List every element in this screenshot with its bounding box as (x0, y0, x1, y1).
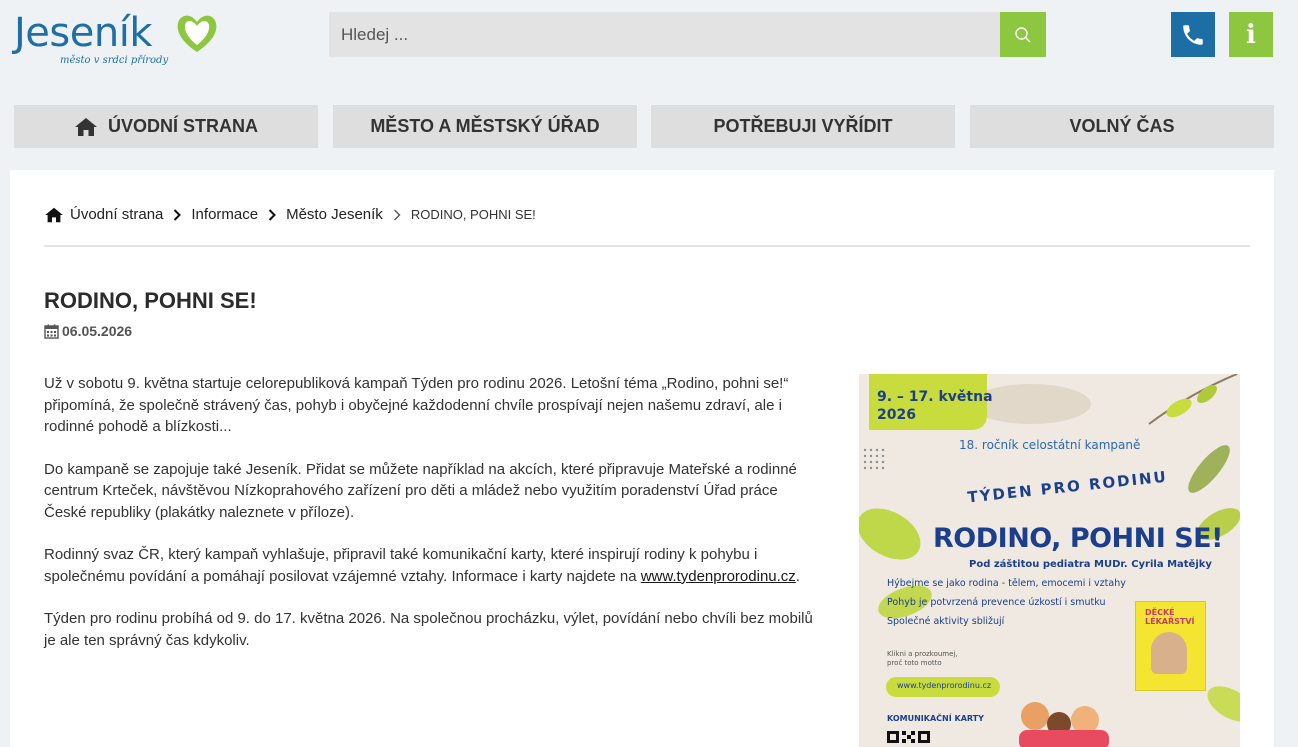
poster-small-line: proč toto motto (887, 659, 942, 667)
external-link[interactable]: www.tydenprorodinu.cz (641, 568, 796, 585)
breadcrumb: Úvodní strana Informace Město Jeseník RO… (44, 206, 536, 223)
poster-date-line: 2026 (877, 407, 916, 423)
nav-item-mesto[interactable]: MĚSTO A MĚSTSKÝ ÚŘAD (333, 105, 637, 148)
nav-label: MĚSTO A MĚSTSKÝ ÚŘAD (370, 116, 600, 136)
search-input[interactable] (329, 12, 1000, 57)
info-button[interactable]: i (1229, 12, 1273, 57)
nav-label: VOLNÝ ČAS (1069, 116, 1175, 136)
poster-url: www.tydenprorodinu.cz (897, 681, 992, 690)
poster-patronage: Pod záštitou pediatra MUDr. Cyrila Matěj… (969, 559, 1212, 570)
article-paragraph: Už v sobotu 9. května startuje celorepub… (44, 375, 789, 435)
poster-small-text: Klikni a prozkoumej, proč toto motto (887, 650, 958, 668)
search-button[interactable] (1000, 12, 1046, 57)
poster-line: Společné aktivity sbližují (887, 616, 1005, 627)
poster-line: Pohyb je potvrzená prevence úzkostí i sm… (887, 597, 1106, 608)
chevron-right-icon (268, 208, 277, 221)
search-icon (1015, 26, 1031, 42)
nav-item-home[interactable]: ÚVODNÍ STRANA (14, 105, 318, 148)
date-text: 06.05.2026 (62, 323, 133, 339)
calendar-icon (44, 324, 59, 339)
search-bar (329, 12, 1046, 57)
poster-rocnik: 18. ročník celostátní kampaně (959, 438, 1141, 452)
chevron-right-icon (173, 208, 182, 221)
poster-line: Hýbejme se jako rodina - tělem, emocemi … (887, 578, 1126, 589)
campaign-poster-image[interactable]: 9. – 17. května 2026 18. ročník celostátn… (859, 374, 1240, 747)
site-logo[interactable]: Jeseník město v srdci přírody (14, 8, 234, 70)
poster-doctor-image (1151, 632, 1187, 674)
chevron-right-icon (393, 209, 401, 221)
poster-book-line: DĚCKÉ (1145, 608, 1175, 617)
poster-book-line: LÉKAŘSTVÍ (1145, 617, 1195, 626)
nav-item-volny-cas[interactable]: VOLNÝ ČAS (970, 105, 1274, 148)
article-paragraph: Týden pro rodinu probíhá od 9. do 17. kv… (44, 610, 813, 649)
phone-icon (1183, 24, 1203, 45)
divider (44, 245, 1250, 247)
breadcrumb-link-informace[interactable]: Informace (191, 206, 258, 223)
home-icon[interactable] (44, 207, 64, 223)
content-panel: Úvodní strana Informace Město Jeseník RO… (10, 170, 1274, 747)
logo-text: Jeseník (14, 10, 152, 56)
poster-date-line: 9. – 17. května (877, 389, 993, 405)
paragraph-text: . (795, 567, 800, 585)
article-date: 06.05.2026 (44, 323, 132, 339)
poster-date: 9. – 17. května 2026 (877, 388, 993, 424)
breadcrumb-current: RODINO, POHNI SE! (410, 207, 536, 222)
article-paragraph: Rodinný svaz ČR, který kampaň vyhlašuje,… (44, 544, 820, 587)
article-body: Už v sobotu 9. května startuje celorepub… (44, 373, 820, 672)
poster-book-title: DĚCKÉ LÉKAŘSTVÍ (1145, 608, 1195, 626)
nav-label: POTŘEBUJI VYŘÍDIT (713, 116, 893, 136)
nav-label: ÚVODNÍ STRANA (107, 116, 258, 136)
heart-logo-icon (177, 15, 217, 52)
qr-code-icon (887, 731, 930, 743)
article-paragraph: Do kampaně se zapojuje také Jeseník. Při… (44, 460, 797, 521)
logo-tagline: město v srdci přírody (60, 55, 169, 66)
poster-main-title: RODINO, POHNI SE! (933, 523, 1223, 554)
nav-item-vyridit[interactable]: POTŘEBUJI VYŘÍDIT (651, 105, 955, 148)
breadcrumb-link-mesto[interactable]: Město Jeseník (286, 206, 383, 223)
poster-cards-label: KOMUNIKAČNÍ KARTY (887, 714, 984, 723)
poster-small-line: Klikni a prozkoumej, (887, 650, 958, 658)
breadcrumb-link-home[interactable]: Úvodní strana (70, 206, 163, 223)
phone-button[interactable] (1171, 12, 1215, 57)
home-icon (74, 117, 98, 137)
info-icon: i (1246, 19, 1256, 50)
main-nav: ÚVODNÍ STRANA MĚSTO A MĚSTSKÝ ÚŘAD POTŘE… (14, 105, 1274, 148)
page-title: RODINO, POHNI SE! (44, 288, 257, 313)
